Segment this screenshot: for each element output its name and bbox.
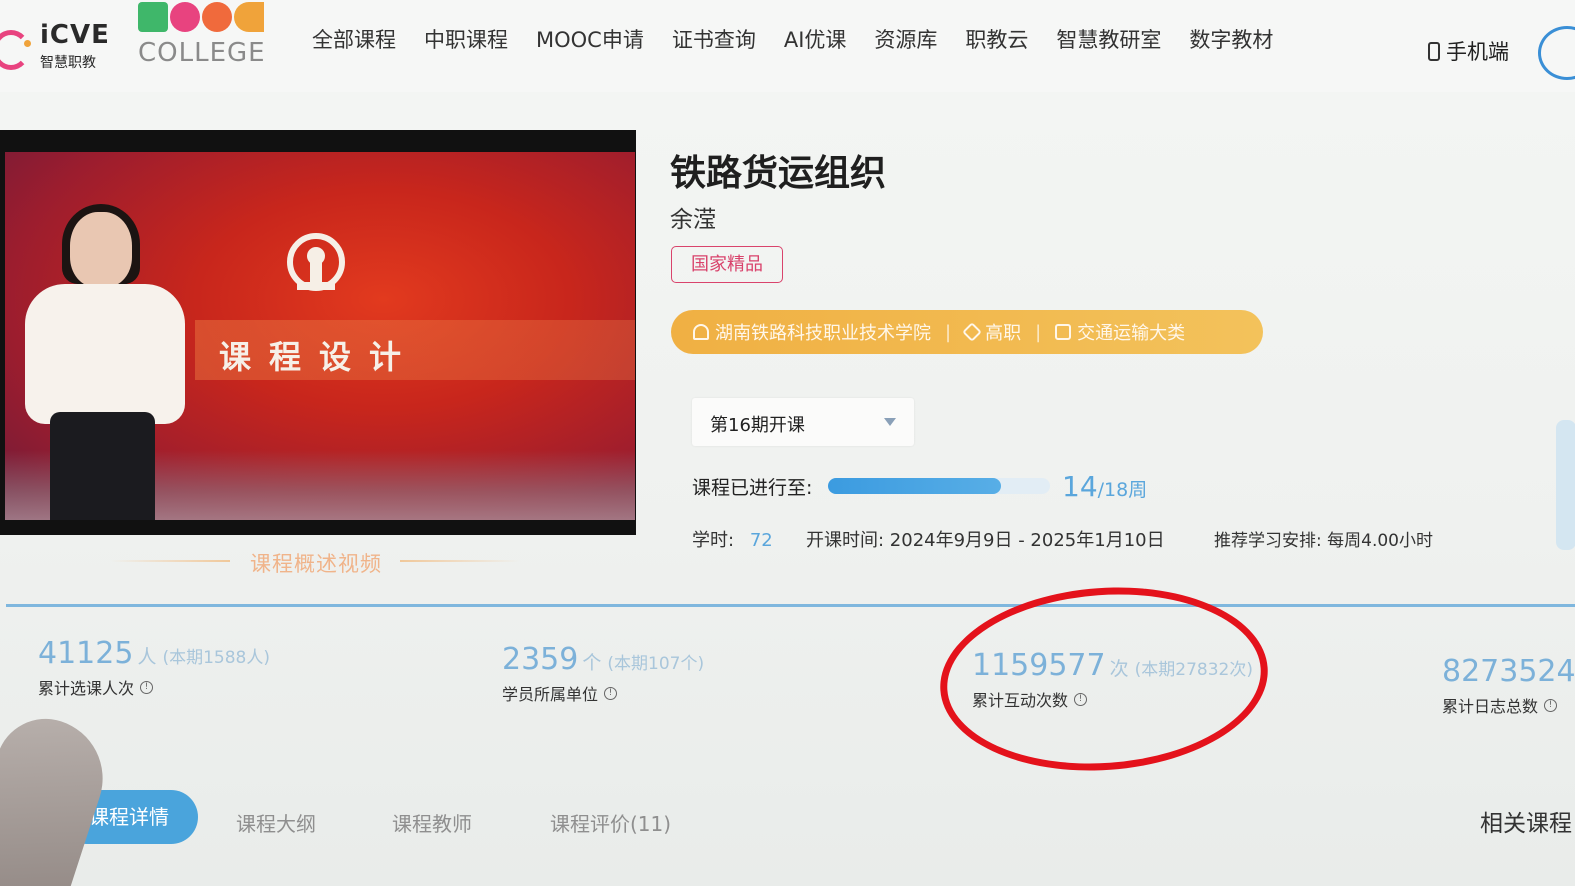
mooc-o2-shape [202,2,232,32]
presenter-head [70,212,132,287]
mooc-m-shape [138,2,168,32]
mobile-label: 手机端 [1446,40,1509,64]
side-panel-edge [1556,420,1575,550]
stat-unit: 个 [582,652,602,674]
stat-number: 2359 [502,642,579,677]
stat-number: 41125 [38,636,134,671]
stat-enrollment: 41125 人 (本期1588人) 累计选课人次! [38,636,270,699]
video-caption: 课程概述视频 [250,552,382,576]
building-icon [693,324,709,340]
nav-item-secondary-courses[interactable]: 中职课程 [424,24,508,54]
main-nav: 全部课程 中职课程 MOOC申请 证书查询 AI优课 资源库 职教云 智慧教研室… [312,24,1301,54]
red-annotation-circle [934,576,1274,782]
info-icon[interactable]: ! [140,680,154,694]
top-header: iCVE 智慧职教 COLLEGE 全部课程 中职课程 MOOC申请 证书查询 … [0,0,1575,92]
quality-badge: 国家精品 [671,246,783,283]
related-courses-heading: 相关课程 [1480,811,1572,837]
separator: | [945,321,952,343]
education-level: 高职 [985,323,1022,344]
caption-line-left [110,560,230,562]
presenter-figure [15,192,195,520]
course-dates: 开课时间: 2024年9月9日 - 2025年1月10日 [806,530,1165,551]
progress-week: 14/18周 [1062,470,1147,503]
layers-icon [962,322,982,342]
section-divider [6,604,1575,607]
nav-item-all-courses[interactable]: 全部课程 [312,24,396,54]
stat-logs: 8273524条 累计日志总数! [1442,654,1575,717]
video-frame: 课程设计 [5,152,635,520]
stat-period: (本期1588人) [162,648,270,668]
study-schedule: 推荐学习安排: 每周4.00小时 [1214,531,1433,551]
stat-unit: 人 [137,646,157,668]
course-teacher[interactable]: 余滢 [670,200,716,234]
stat-label: 累计选课人次 [38,679,135,698]
info-icon[interactable]: ! [1544,698,1558,712]
hours-value: 72 [749,530,773,551]
course-intro-video[interactable]: 课程设计 [0,130,636,535]
presenter-blouse [25,284,185,424]
subject-category: 交通运输大类 [1077,323,1186,344]
icve-logo-subtext: 智慧职教 [40,55,96,71]
progress-bar [828,478,1050,494]
school-name[interactable]: 湖南铁路科技职业技术学院 [715,319,931,345]
nav-item-certificate-query[interactable]: 证书查询 [672,24,756,54]
stat-label: 累计日志总数 [1442,697,1539,716]
school-info-bar: 湖南铁路科技职业技术学院 | 高职 | 交通运输大类 [671,310,1263,354]
separator: | [1035,321,1042,343]
course-hours: 学时: 72 [692,526,773,552]
stat-units: 2359 个 (本期107个) 学员所属单位! [502,642,704,705]
phone-icon [1428,41,1440,61]
nav-item-mooc-apply[interactable]: MOOC申请 [536,24,644,54]
progress-total-weeks: /18周 [1097,479,1148,501]
page: iCVE 智慧职教 COLLEGE 全部课程 中职课程 MOOC申请 证书查询 … [0,0,1575,886]
tab-syllabus[interactable]: 课程大纲 [236,808,316,837]
nav-item-ai-course[interactable]: AI优课 [784,24,847,54]
tab-reviews[interactable]: 课程评价(11) [550,808,671,837]
mobile-link[interactable]: 手机端 [1428,36,1509,66]
video-overlay-text: 课程设计 [219,338,420,376]
info-icon[interactable]: ! [604,686,618,700]
nav-item-vocational-cloud[interactable]: 职教云 [965,24,1028,54]
mooc-college-text: COLLEGE [138,38,266,68]
mooc-c-shape [234,2,264,32]
caption-line-right [400,560,520,562]
stat-label: 学员所属单位 [502,685,599,704]
book-icon [1055,324,1072,340]
stat-period: (本期107个) [607,654,705,674]
nav-item-teaching-research[interactable]: 智慧教研室 [1056,24,1161,54]
mooc-college-logo[interactable]: COLLEGE [138,2,278,72]
nav-item-resource-library[interactable]: 资源库 [874,24,937,54]
semester-value: 第16期开课 [710,415,805,436]
chevron-down-icon [884,418,896,426]
nav-item-digital-textbook[interactable]: 数字教材 [1189,24,1273,54]
mooc-letters-icon [138,2,264,32]
semester-select[interactable]: 第16期开课 [692,398,914,446]
icve-swirl-icon [0,30,30,70]
search-icon[interactable] [1538,26,1575,80]
hours-label: 学时: [692,530,735,551]
course-title: 铁路货运组织 [670,153,887,194]
tab-teachers[interactable]: 课程教师 [392,808,472,837]
mooc-o1-shape [170,2,200,32]
progress-label: 课程已进行至: [692,477,813,499]
icve-logo[interactable]: iCVE 智慧职教 [0,10,120,71]
railway-logo [287,233,345,291]
stat-number: 8273524 [1442,654,1575,689]
progress-fill [828,478,1002,494]
icve-logo-text: iCVE [40,20,110,50]
presenter-skirt [50,412,155,520]
progress-current-week: 14 [1062,470,1098,503]
icve-dot-icon [24,40,31,47]
